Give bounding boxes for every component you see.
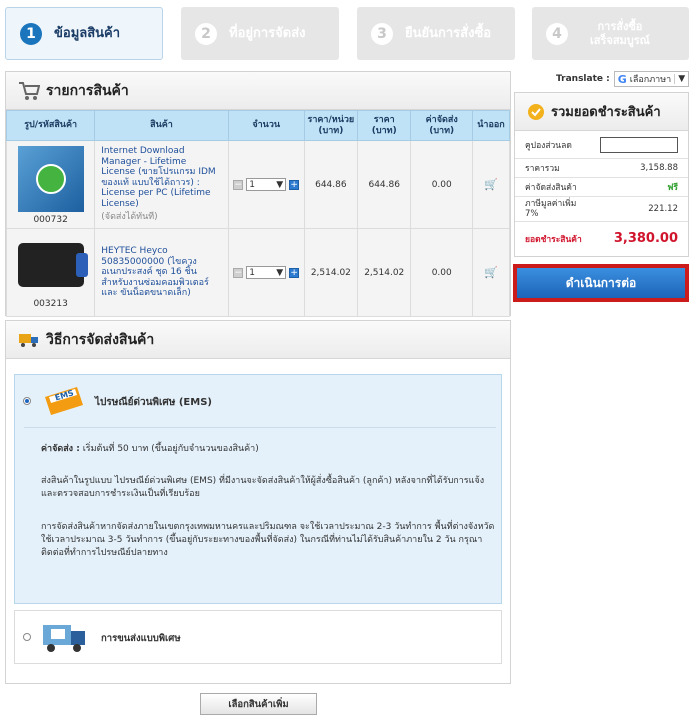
product-code: 003213 [33, 298, 68, 309]
table-row: 003213 HEYTEC Heyco 50835000000 (ไขควงอเ… [5, 228, 510, 317]
qty-cell: − 1 ▼ + [227, 228, 305, 317]
col-code: รูป/รหัสสินค้า [5, 110, 96, 141]
remove-cart-icon[interactable]: 🛒 [484, 266, 498, 279]
table-header-row: รูป/รหัสสินค้า สินค้า จำนวน ราคา/หน่วย (บ… [5, 110, 510, 141]
product-code: 000732 [33, 215, 68, 225]
product-table: รูป/รหัสสินค้า สินค้า จำนวน ราคา/หน่วย (บ… [5, 110, 510, 317]
ems-description-2: การจัดส่งสินค้าหากจัดส่งภายในเขตกรุงเทพม… [41, 522, 495, 558]
remove-cell: 🛒 [472, 228, 510, 317]
qty-select[interactable]: 1 ▼ [246, 178, 287, 191]
ems-label: ไปรษณีย์ด่วนพิเศษ (EMS) [95, 397, 212, 408]
qty-increase-button[interactable]: + [289, 267, 300, 278]
shipping-fee: 0.00 [410, 228, 473, 317]
language-select[interactable]: G เลือกภาษา ▼ [613, 71, 690, 87]
shipping-value: ฟรี [667, 183, 678, 193]
vat-value: 221.12 [648, 204, 678, 214]
coupon-label: คูปองส่วนลด [525, 140, 572, 151]
step-confirm-order[interactable]: 3 ยืนยันการสั่งซื้อ [357, 7, 515, 60]
continue-button[interactable]: ดำเนินการต่อ [513, 264, 689, 302]
total-row: ราคารวม 3,158.88 [515, 159, 688, 178]
total-value: 3,158.88 [640, 163, 678, 173]
step-label: ยืนยันการสั่งซื้อ [405, 25, 492, 41]
table-row: 000732 Internet Download Manager - Lifet… [5, 140, 510, 229]
grand-total-value: 3,380.00 [613, 231, 678, 246]
shopping-cart-icon [19, 81, 40, 100]
special-transport-label: การขนส่งแบบพิเศษ [101, 633, 181, 644]
qty-increase-button[interactable]: + [289, 179, 300, 190]
product-list-title: รายการสินค้า [46, 82, 129, 99]
ems-fee: ค่าจัดส่ง : เริ่มต้นที่ 50 บาท (ขึ้นอยู่… [41, 444, 259, 454]
shipping-header: วิธีการจัดส่งสินค้า [6, 321, 510, 359]
col-unit-price: ราคา/หน่วย (บาท) [303, 110, 359, 141]
product-name-cell: Internet Download Manager - Lifetime Lic… [94, 140, 229, 229]
col-remove: นำออก [472, 110, 510, 141]
qty-cell: − 1 ▼ + [227, 140, 305, 229]
product-list-header: รายการสินค้า [6, 72, 510, 110]
step-label: ข้อมูลสินค้า [54, 25, 121, 41]
shipping-title: วิธีการจัดส่งสินค้า [46, 331, 155, 348]
shipping-fee: 0.00 [410, 140, 473, 229]
step-shipping-address[interactable]: 2 ที่อยู่การจัดส่ง [181, 7, 339, 60]
qty-decrease-button[interactable]: − [233, 179, 244, 190]
ems-option[interactable]: EMS ไปรษณีย์ด่วนพิเศษ (EMS) ค่าจัดส่ง : … [14, 374, 502, 604]
remove-cart-icon[interactable]: 🛒 [484, 178, 498, 191]
qty-select[interactable]: 1 ▼ [246, 266, 287, 279]
step-order-complete[interactable]: 4 การสั่งซื้อ เสร็จสมบูรณ์ [532, 7, 689, 60]
special-transport-option[interactable]: การขนส่งแบบพิเศษ [14, 610, 502, 664]
summary-title: รวมยอดชำระสินค้า [551, 105, 661, 120]
step-number: 3 [371, 22, 393, 45]
product-image-cell: 000732 [5, 140, 96, 229]
special-transport-radio[interactable] [23, 633, 31, 641]
step-number: 4 [546, 22, 568, 45]
delivery-truck-icon [19, 333, 38, 347]
chevron-down-icon: ▼ [276, 179, 284, 190]
col-name: สินค้า [94, 110, 229, 141]
order-summary-panel: รวมยอดชำระสินค้า คูปองส่วนลด ราคารวม 3,1… [514, 92, 689, 257]
product-list-panel: รายการสินค้า รูป/รหัสสินค้า สินค้า จำนวน… [5, 71, 511, 317]
check-badge-icon [528, 103, 544, 120]
ems-description-1: ส่งสินค้าในรูปแบบ ไปรษณีย์ด่วนพิเศษ (EMS… [41, 476, 485, 499]
unit-price: 644.86 [303, 140, 359, 229]
add-more-products-button[interactable]: เลือกสินค้าเพิ่ม [200, 693, 317, 715]
unit-price: 2,514.02 [303, 228, 359, 317]
step-number: 2 [195, 22, 217, 45]
price: 2,514.02 [357, 228, 412, 317]
translate-label: Translate : [556, 74, 610, 84]
ems-radio[interactable] [23, 397, 31, 405]
shipping-row: ค่าจัดส่งสินค้า ฟรี [515, 178, 688, 197]
summary-header: รวมยอดชำระสินค้า [515, 93, 688, 131]
col-shipping: ค่าจัดส่ง (บาท) [410, 110, 473, 141]
coupon-row: คูปองส่วนลด [515, 131, 688, 159]
step-product-info[interactable]: 1 ข้อมูลสินค้า [5, 7, 163, 60]
google-g-icon: G [617, 72, 627, 86]
col-price: ราคา (บาท) [357, 110, 412, 141]
col-qty: จำนวน [227, 110, 305, 141]
price: 644.86 [357, 140, 412, 229]
chevron-down-icon: ▼ [276, 267, 284, 278]
product-name-link[interactable]: HEYTEC Heyco 50835000000 (ไขควงอเนกประสง… [101, 246, 221, 299]
product-name-cell: HEYTEC Heyco 50835000000 (ไขควงอเนกประสง… [94, 228, 229, 317]
ems-logo-icon: EMS [45, 387, 83, 415]
checkout-steps: 1 ข้อมูลสินค้า 2 ที่อยู่การจัดส่ง 3 ยืนย… [5, 7, 689, 60]
step-label: การสั่งซื้อ เสร็จสมบูรณ์ [590, 19, 650, 47]
translate-widget: Translate : G เลือกภาษา ▼ [556, 71, 690, 87]
product-note: (จัดส่งได้ทันที) [101, 212, 158, 223]
step-number: 1 [20, 22, 42, 45]
product-image-idm[interactable] [17, 146, 84, 212]
product-image-heytec[interactable] [17, 242, 88, 287]
product-name-link[interactable]: Internet Download Manager - Lifetime Lic… [101, 146, 221, 209]
qty-decrease-button[interactable]: − [233, 267, 244, 278]
product-image-cell: 003213 [5, 228, 96, 317]
truck-icon [43, 625, 85, 652]
step-label: ที่อยู่การจัดส่ง [229, 25, 306, 41]
vat-row: ภาษีมูลค่าเพิ่ม 7% 221.12 [515, 197, 688, 222]
remove-cell: 🛒 [472, 140, 510, 229]
grand-total-row: ยอดชำระสินค้า 3,380.00 [525, 231, 678, 246]
chevron-down-icon: ▼ [674, 74, 685, 84]
coupon-input[interactable] [600, 136, 678, 153]
divider [24, 427, 496, 428]
